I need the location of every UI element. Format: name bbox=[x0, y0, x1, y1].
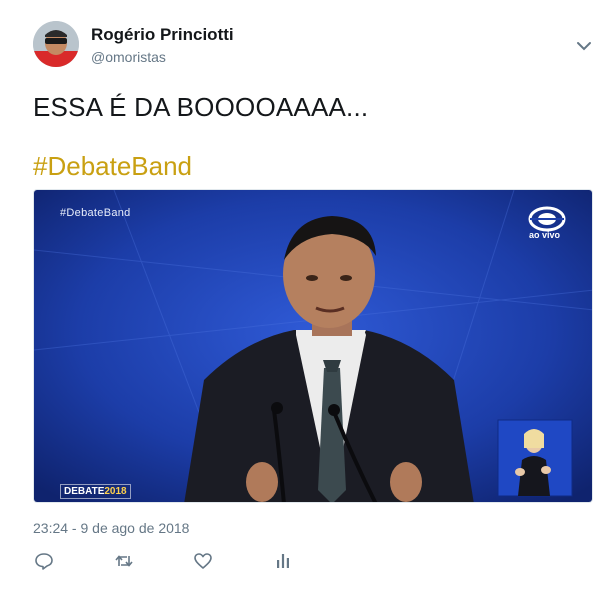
author-handle[interactable]: @omoristas bbox=[91, 49, 166, 65]
media-image bbox=[34, 190, 592, 502]
tweet-text: ESSA É DA BOOOOAAAA... bbox=[33, 92, 369, 122]
tweet-timestamp[interactable]: 23:24 - 9 de ago de 2018 bbox=[33, 520, 189, 536]
like-icon[interactable] bbox=[193, 551, 213, 571]
tweet-media[interactable]: #DebateBand ao vivo DEBATE2018 bbox=[33, 189, 593, 503]
avatar[interactable] bbox=[33, 21, 79, 67]
chevron-down-icon[interactable] bbox=[574, 36, 594, 56]
media-overlay-tag: #DebateBand bbox=[60, 207, 131, 219]
retweet-icon[interactable] bbox=[114, 551, 134, 571]
channel-live-label: ao vivo bbox=[529, 230, 561, 240]
author-name[interactable]: Rogério Princiotti bbox=[91, 25, 234, 45]
debate-badge: DEBATE2018 bbox=[60, 484, 131, 499]
reply-icon[interactable] bbox=[34, 551, 54, 571]
debate-badge-year: 2018 bbox=[104, 486, 127, 497]
hashtag-link[interactable]: #DebateBand bbox=[33, 151, 192, 182]
analytics-icon[interactable] bbox=[273, 551, 293, 571]
tweet-actions bbox=[0, 551, 610, 575]
debate-badge-text: DEBATE bbox=[64, 486, 105, 497]
